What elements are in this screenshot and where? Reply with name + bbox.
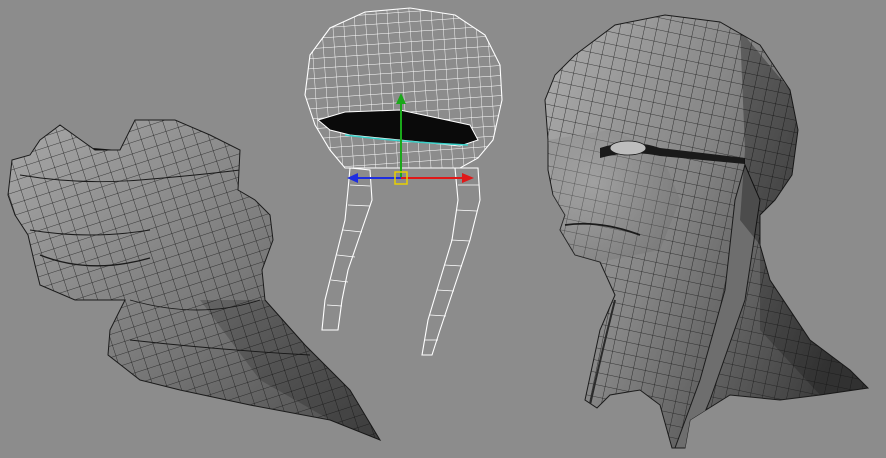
3d-viewport[interactable]	[0, 0, 886, 458]
viewport-canvas[interactable]	[0, 0, 886, 458]
